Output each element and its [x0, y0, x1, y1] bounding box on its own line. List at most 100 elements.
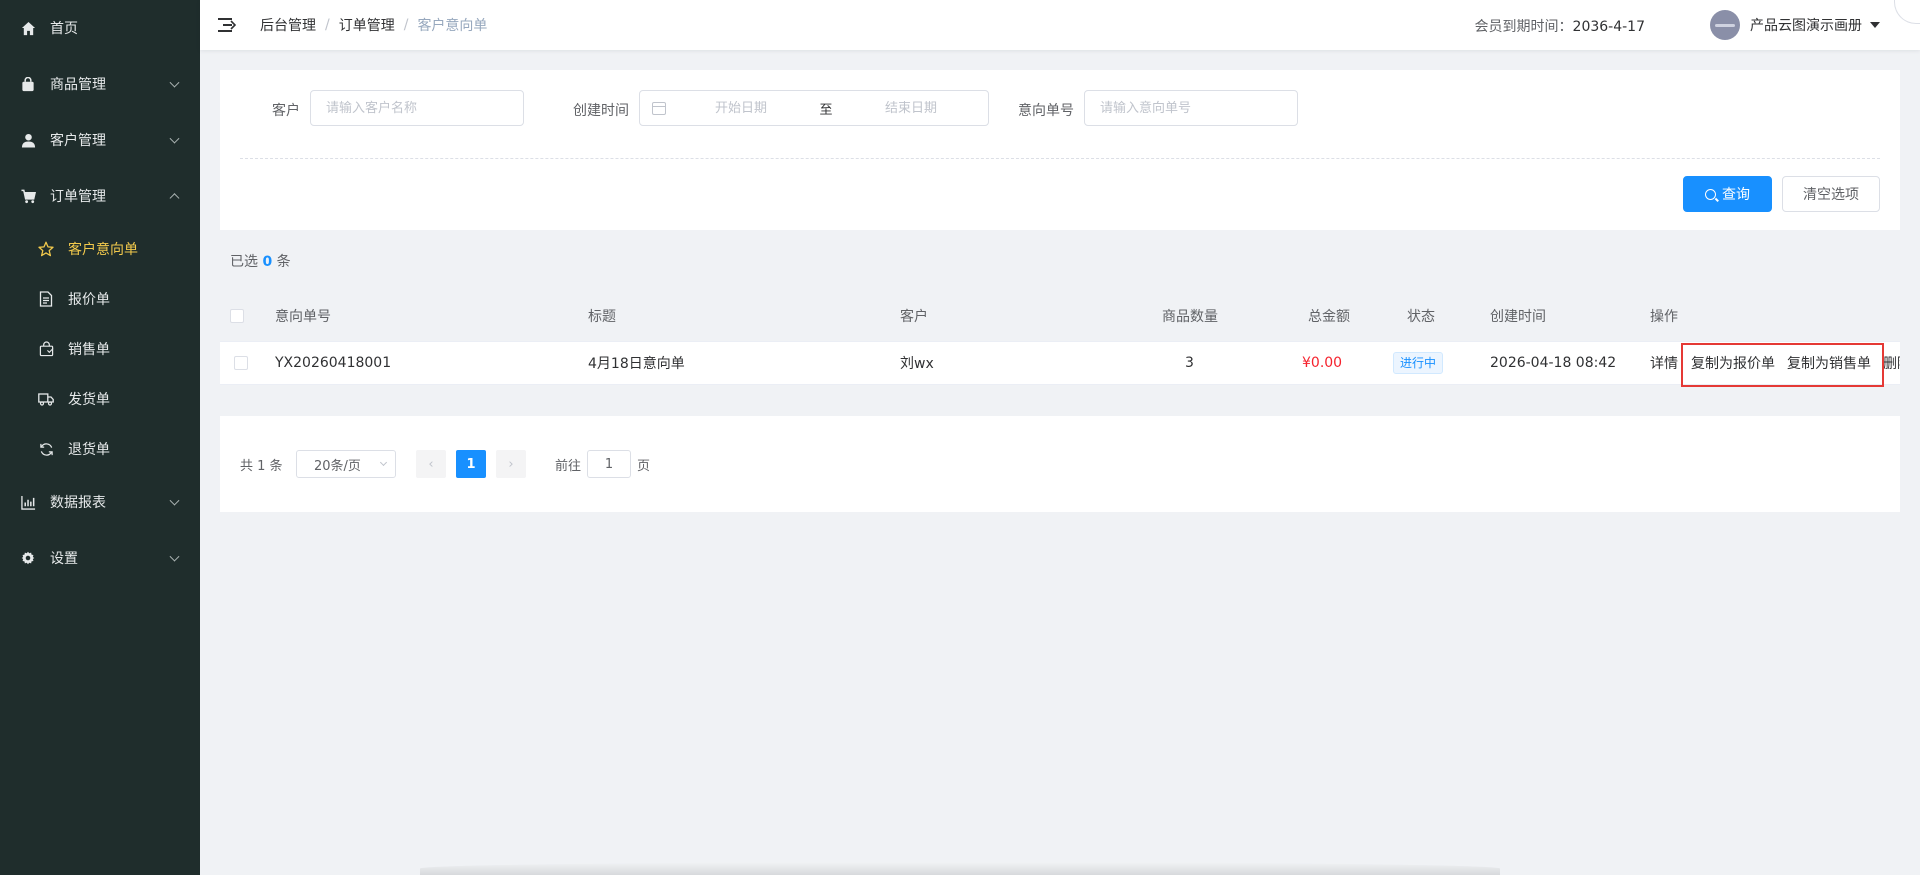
clear-options-button[interactable]: 清空选项: [1782, 176, 1880, 212]
end-date-input[interactable]: [836, 100, 986, 116]
calendar-icon: [652, 101, 666, 115]
user-menu[interactable]: 产品云图演示画册: [1710, 10, 1880, 40]
query-button[interactable]: 查询: [1683, 176, 1772, 212]
sidebar-item-customers[interactable]: 客户管理: [0, 112, 200, 168]
prev-page-button[interactable]: ‹: [416, 450, 446, 478]
breadcrumb-item-admin[interactable]: 后台管理: [260, 15, 316, 35]
star-icon: [38, 241, 54, 257]
bag-icon: [20, 76, 36, 92]
column-header-status: 状态: [1407, 309, 1435, 325]
sidebar-item-returns[interactable]: 退货单: [0, 424, 200, 474]
row-checkbox[interactable]: [234, 356, 248, 370]
user-name: 产品云图演示画册: [1750, 18, 1862, 34]
sidebar-item-label: 数据报表: [50, 495, 106, 511]
sidebar-item-shipment[interactable]: 发货单: [0, 374, 200, 424]
sidebar-item-label: 销售单: [68, 342, 110, 358]
sidebar-item-reports[interactable]: 数据报表: [0, 474, 200, 530]
breadcrumb-separator: /: [403, 17, 409, 33]
chevron-right-icon: ›: [508, 456, 514, 472]
page-size-select[interactable]: 20条/页: [296, 450, 396, 478]
order-no-label: 意向单号: [1018, 103, 1074, 119]
chevron-down-icon: [169, 133, 180, 144]
goto-suffix: 页: [637, 458, 651, 474]
sidebar-item-sales[interactable]: 销售单: [0, 324, 200, 374]
customer-label: 客户: [272, 103, 300, 119]
page-button[interactable]: 1: [456, 450, 486, 478]
page-curl-decoration: [1894, 0, 1920, 24]
table-header: 意向单号 标题 客户 商品数量 总金额 状态 创建时间 操作: [220, 292, 1900, 340]
column-header-created: 创建时间: [1490, 309, 1546, 325]
membership-label: 会员到期时间：: [1474, 19, 1573, 35]
next-page-button[interactable]: ›: [496, 450, 526, 478]
date-range-picker[interactable]: 至: [639, 90, 989, 126]
refresh-icon: [38, 441, 54, 457]
chart-icon: [20, 494, 36, 510]
divider: [240, 158, 1880, 159]
caret-down-icon: [1870, 22, 1880, 28]
cell-order-no: YX20260418001: [275, 355, 392, 371]
sidebar-item-label: 客户意向单: [68, 242, 138, 258]
cell-amount: ¥0.00: [1302, 355, 1343, 371]
status-badge: 进行中: [1393, 352, 1444, 374]
detail-link[interactable]: 详情: [1650, 342, 1678, 384]
breadcrumb: 后台管理 / 订单管理 / 客户意向单: [260, 15, 487, 35]
sidebar-item-label: 首页: [50, 21, 78, 37]
cart-icon: [20, 188, 36, 204]
search-icon: [1705, 188, 1716, 200]
home-icon: [20, 20, 36, 36]
top-header: 后台管理 / 订单管理 / 客户意向单 会员到期时间：2036-4-17 产品云…: [200, 0, 1920, 50]
goto-jumper: 前往 页: [555, 450, 650, 478]
chevron-down-icon: [169, 77, 180, 88]
cell-created: 2026-04-18 08:42: [1490, 355, 1617, 371]
sidebar-item-settings[interactable]: 设置: [0, 530, 200, 586]
query-button-label: 查询: [1722, 187, 1750, 203]
membership-date: 2036-4-17: [1572, 19, 1645, 35]
clear-button-label: 清空选项: [1803, 187, 1859, 203]
cell-customer: 刘wx: [900, 356, 934, 372]
copy-to-sales-order-link[interactable]: 复制为销售单: [1787, 342, 1871, 384]
copy-to-quotation-link[interactable]: 复制为报价单: [1691, 342, 1775, 384]
column-header-order-no: 意向单号: [275, 309, 331, 325]
created-time-label: 创建时间: [573, 103, 629, 119]
chevron-down-icon: [169, 551, 180, 562]
column-header-title: 标题: [588, 309, 616, 325]
chevron-left-icon: ‹: [428, 456, 434, 472]
breadcrumb-separator: /: [325, 17, 330, 33]
breadcrumb-item-orders[interactable]: 订单管理: [339, 15, 395, 35]
breadcrumb-item-current: 客户意向单: [417, 18, 488, 34]
goto-page-input[interactable]: [587, 450, 632, 478]
chevron-down-icon: [379, 458, 388, 467]
sidebar-item-orders[interactable]: 订单管理: [0, 168, 200, 224]
page-size-value: 20条/页: [314, 458, 361, 474]
range-separator: 至: [819, 102, 833, 118]
bottom-shadow-decoration: [420, 862, 1500, 875]
membership-expiry: 会员到期时间：2036-4-17: [1475, 16, 1645, 36]
select-all-checkbox[interactable]: [230, 309, 244, 323]
table-row: YX20260418001 4月18日意向单 刘wx 3 ¥0.00 进行中 2…: [220, 341, 1900, 387]
user-icon: [20, 132, 36, 148]
sidebar-item-label: 订单管理: [50, 189, 106, 205]
menu-toggle-icon[interactable]: [218, 17, 236, 33]
delete-link[interactable]: 删除: [1883, 353, 1900, 373]
sidebar-item-label: 设置: [50, 551, 78, 567]
sidebar-item-label: 报价单: [68, 292, 110, 308]
search-panel: 客户 创建时间 至 意向单号 查询 清空选项: [220, 70, 1900, 230]
start-date-input[interactable]: [666, 100, 816, 116]
column-header-actions: 操作: [1650, 309, 1678, 325]
avatar: [1710, 10, 1740, 40]
sidebar-item-customer-intent[interactable]: 客户意向单: [0, 224, 200, 274]
chevron-up-icon: [169, 193, 180, 204]
pagination-total: 共 1 条: [240, 458, 283, 474]
pagination: 共 1 条 20条/页 ‹ 1 › 前往 页: [220, 416, 1900, 512]
sidebar-item-quotation[interactable]: 报价单: [0, 274, 200, 324]
column-header-quantity: 商品数量: [1162, 309, 1218, 325]
column-header-amount: 总金额: [1308, 309, 1350, 325]
sidebar-item-products[interactable]: 商品管理: [0, 56, 200, 112]
gear-icon: [20, 550, 36, 566]
truck-icon: [38, 391, 54, 407]
cell-title: 4月18日意向单: [588, 356, 685, 372]
sidebar-item-home[interactable]: 首页: [0, 0, 200, 56]
customer-input[interactable]: [310, 90, 524, 126]
order-no-input[interactable]: [1084, 90, 1298, 126]
sidebar-item-label: 客户管理: [50, 133, 106, 149]
